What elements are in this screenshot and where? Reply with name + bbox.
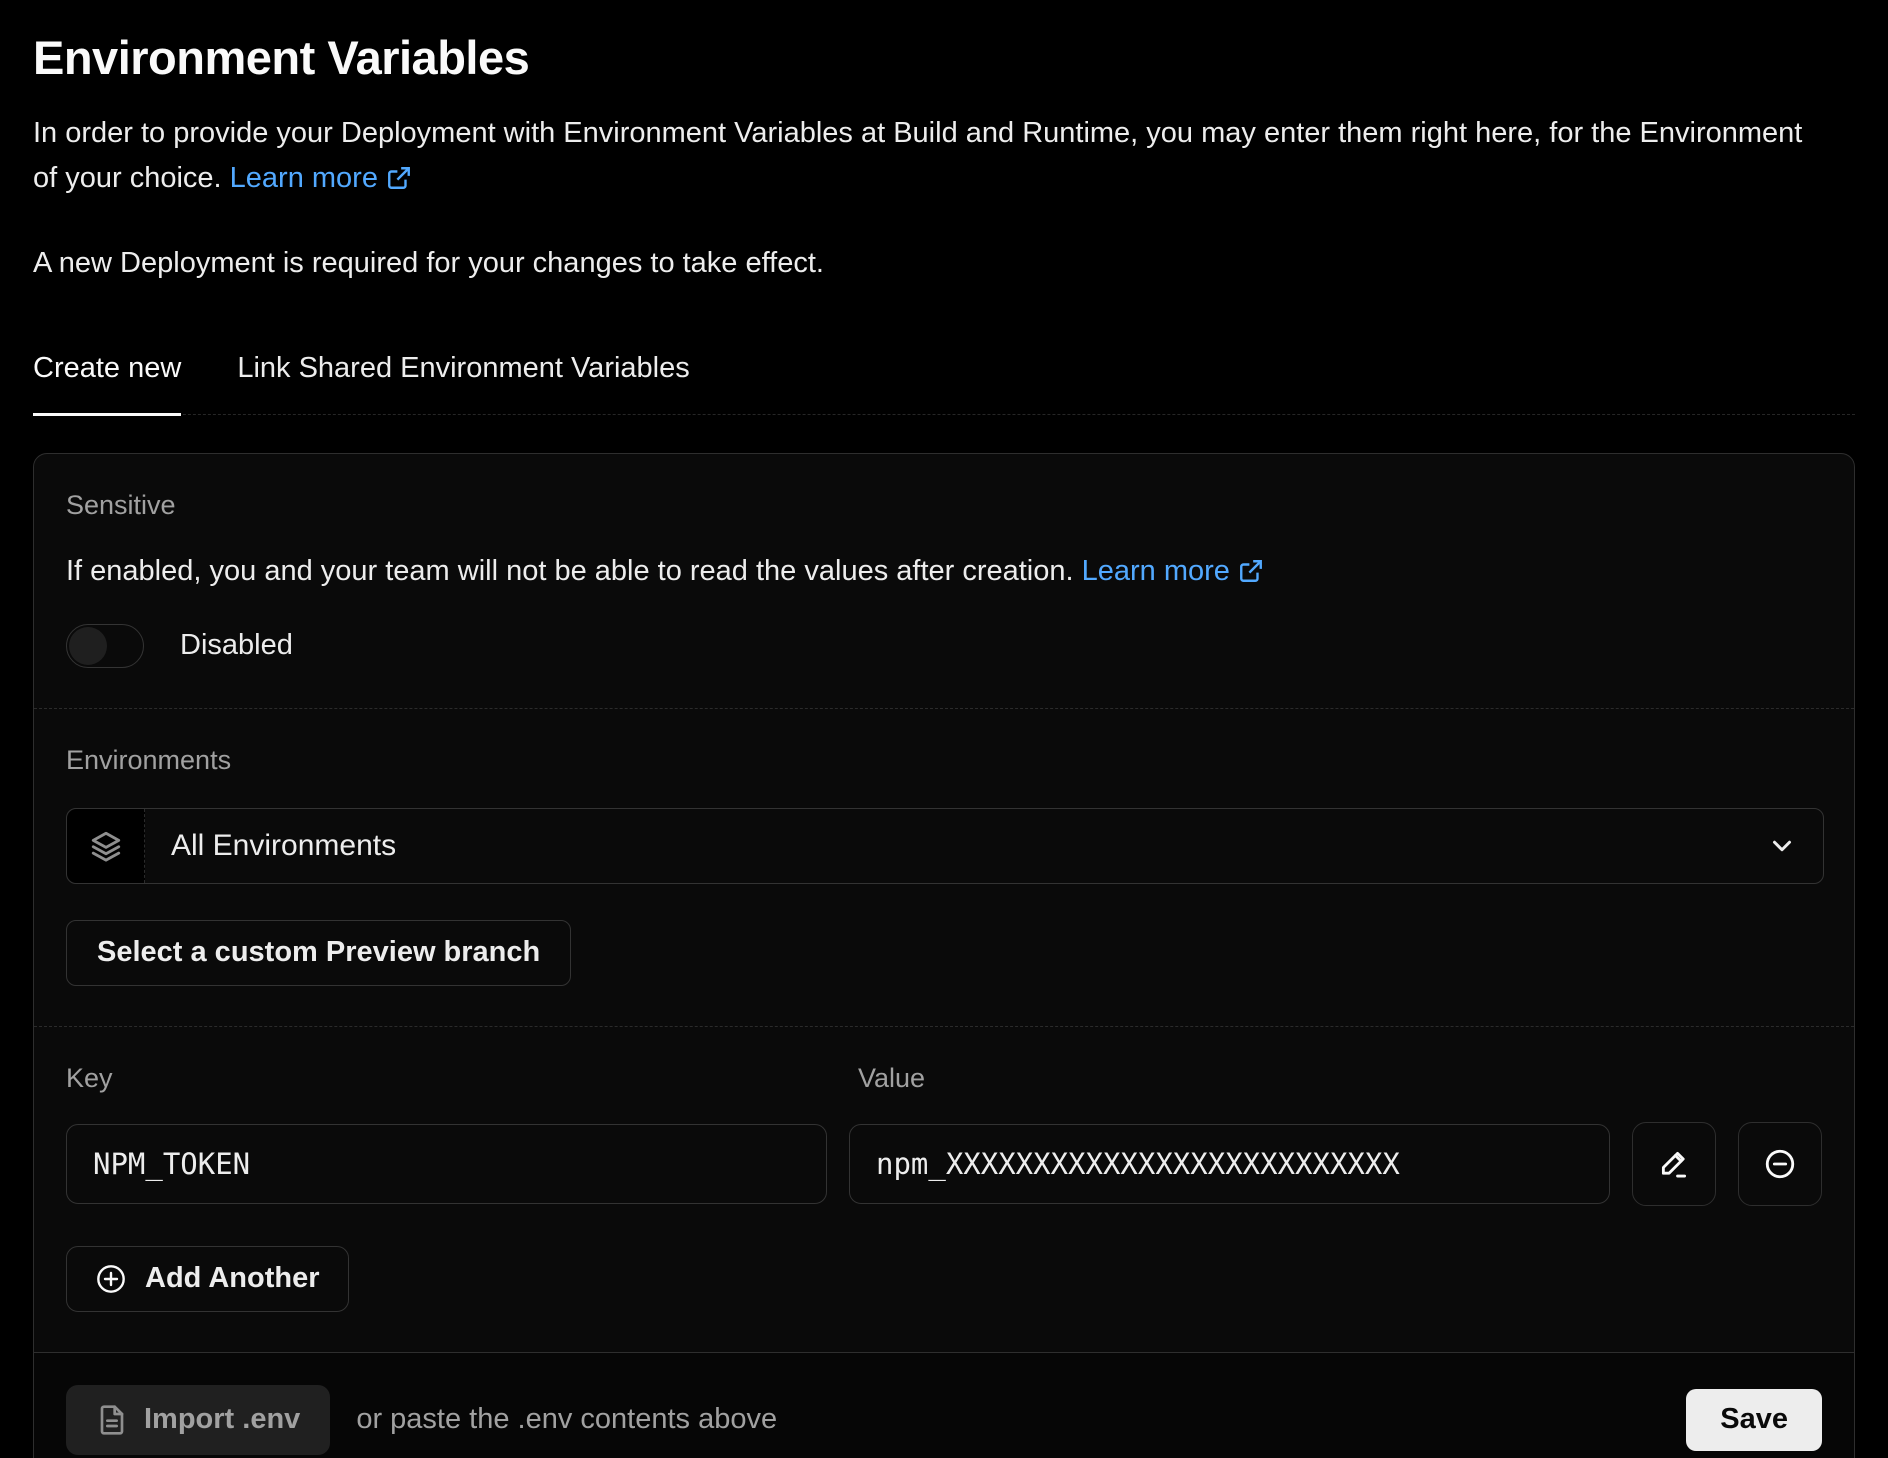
circle-minus-icon bbox=[1763, 1147, 1797, 1181]
tab-link-shared[interactable]: Link Shared Environment Variables bbox=[237, 352, 689, 416]
environments-select[interactable]: All Environments bbox=[66, 808, 1824, 884]
select-preview-branch-button[interactable]: Select a custom Preview branch bbox=[66, 920, 571, 986]
import-env-button[interactable]: Import .env bbox=[66, 1385, 330, 1455]
sensitive-learn-more-label: Learn more bbox=[1082, 555, 1230, 588]
edit-value-button[interactable] bbox=[1632, 1122, 1716, 1206]
environments-section: Environments All Environments Select a c… bbox=[34, 708, 1854, 1026]
key-label: Key bbox=[66, 1063, 858, 1094]
circle-plus-icon bbox=[95, 1263, 127, 1295]
environment-variables-page: Environment Variables In order to provid… bbox=[0, 0, 1888, 1458]
key-value-labels: Key Value bbox=[66, 1063, 1822, 1094]
page-title: Environment Variables bbox=[33, 30, 1855, 85]
tab-create-new[interactable]: Create new bbox=[33, 352, 181, 416]
paste-hint: or paste the .env contents above bbox=[356, 1403, 777, 1436]
add-another-button[interactable]: Add Another bbox=[66, 1246, 349, 1312]
sensitive-toggle-state: Disabled bbox=[180, 629, 293, 662]
key-value-row bbox=[66, 1122, 1822, 1206]
add-another-label: Add Another bbox=[145, 1262, 320, 1295]
environments-select-iconbox bbox=[67, 809, 145, 883]
sensitive-label: Sensitive bbox=[66, 490, 1822, 521]
value-input[interactable] bbox=[849, 1124, 1610, 1204]
value-label: Value bbox=[858, 1063, 925, 1094]
environments-selected-value: All Environments bbox=[145, 809, 1767, 883]
learn-more-link[interactable]: Learn more bbox=[230, 156, 412, 201]
sensitive-description-text: If enabled, you and your team will not b… bbox=[66, 555, 1074, 587]
sensitive-learn-more-link[interactable]: Learn more bbox=[1082, 555, 1264, 588]
import-env-label: Import .env bbox=[144, 1403, 300, 1436]
chevron-down-icon bbox=[1767, 831, 1797, 861]
remove-row-button[interactable] bbox=[1738, 1122, 1822, 1206]
toggle-knob bbox=[69, 627, 107, 665]
save-button[interactable]: Save bbox=[1686, 1389, 1822, 1451]
deployment-note: A new Deployment is required for your ch… bbox=[33, 247, 1855, 280]
sensitive-section: Sensitive If enabled, you and your team … bbox=[34, 454, 1854, 708]
external-link-icon bbox=[1238, 558, 1264, 584]
file-document-icon bbox=[96, 1404, 128, 1436]
card-footer: Import .env or paste the .env contents a… bbox=[34, 1352, 1854, 1458]
learn-more-label: Learn more bbox=[230, 156, 378, 201]
sensitive-toggle-row: Disabled bbox=[66, 624, 1822, 668]
sensitive-toggle[interactable] bbox=[66, 624, 144, 668]
page-description: In order to provide your Deployment with… bbox=[33, 111, 1833, 201]
layers-icon bbox=[89, 829, 123, 863]
external-link-icon bbox=[386, 165, 412, 191]
tab-bar: Create new Link Shared Environment Varia… bbox=[33, 352, 1855, 415]
sensitive-description: If enabled, you and your team will not b… bbox=[66, 555, 1822, 588]
pencil-edit-icon bbox=[1657, 1147, 1691, 1181]
key-input[interactable] bbox=[66, 1124, 827, 1204]
environments-label: Environments bbox=[66, 745, 1822, 776]
env-variables-card: Sensitive If enabled, you and your team … bbox=[33, 453, 1855, 1458]
key-value-section: Key Value Add Another bbox=[34, 1026, 1854, 1352]
